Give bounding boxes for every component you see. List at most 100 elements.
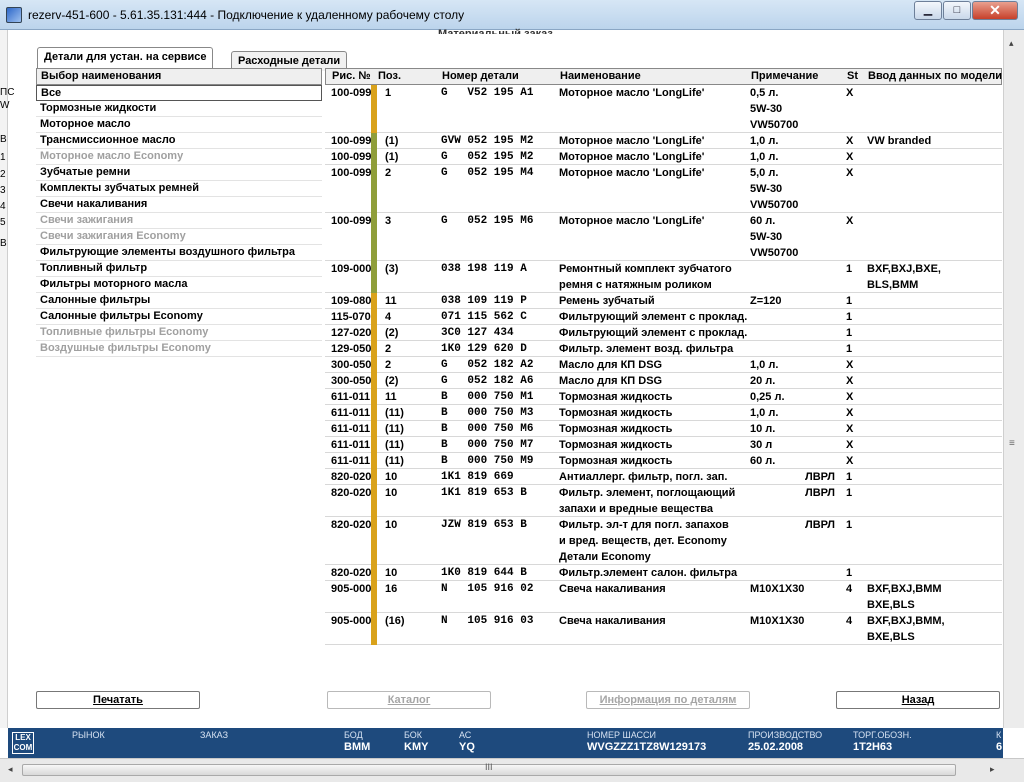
status-label-market: РЫНОК (72, 730, 105, 740)
column-header-part-number[interactable]: Номер детали (442, 70, 519, 82)
category-item[interactable]: Свечи накаливания (36, 197, 322, 213)
status-color-bar (371, 325, 377, 341)
table-row[interactable]: 820-020 10 1K0 819 644 B Фильтр.элемент сал… (325, 565, 1002, 581)
cell-name: Детали Economy (559, 551, 651, 563)
table-row[interactable]: 820-020 10 1K1 819 669 Антиаллерг. фильтр, … (325, 469, 1002, 485)
cell-fig: 820-020 (331, 567, 372, 579)
category-item[interactable]: Свечи зажигания (36, 213, 322, 229)
back-button[interactable]: Назад (836, 691, 1000, 709)
table-row[interactable]: 611-011 11 B 000 750 M1 Тормозная жидкость 0… (325, 389, 1002, 405)
scroll-up-icon[interactable]: ▴ (1009, 38, 1014, 49)
scroll-left-icon[interactable]: ◂ (8, 764, 13, 775)
category-item[interactable]: Моторное масло Economy (36, 149, 322, 165)
category-item[interactable]: Фильтрующие элементы воздушного фильтра (36, 245, 322, 261)
scroll-grip-icon[interactable]: ≡ (1009, 438, 1015, 449)
cell-fig: 100-099 (331, 87, 372, 99)
category-item[interactable]: Фильтры моторного масла (36, 277, 322, 293)
part-info-button[interactable]: Информация по деталям (586, 691, 750, 709)
status-color-bar (371, 485, 377, 517)
table-row[interactable]: 611-011 (11) B 000 750 M3 Тормозная жидкост… (325, 405, 1002, 421)
status-color-bar (371, 293, 377, 309)
column-header-pos[interactable]: Поз. (378, 70, 401, 82)
maximize-button[interactable]: □ (943, 1, 971, 20)
table-row[interactable]: 300-050 (2) G 052 182 A6 Масло для КП DSG 20… (325, 373, 1002, 389)
table-row[interactable]: 100-099 1 G V52 195 A1 Моторное масло 'Long… (325, 85, 1002, 133)
cell-fig: 611-011 (331, 439, 371, 451)
cell-fig: 905-000 (331, 615, 372, 627)
category-item[interactable]: Все (36, 85, 322, 101)
cell-pos: (11) (385, 455, 404, 467)
category-item[interactable]: Топливный фильтр (36, 261, 322, 277)
table-row[interactable]: 611-011 (11) B 000 750 M9 Тормозная жидкост… (325, 453, 1002, 469)
cell-part-number: 071 115 562 C (441, 311, 527, 323)
category-item[interactable]: Моторное масло (36, 117, 322, 133)
category-item[interactable]: Трансмиссионное масло (36, 133, 322, 149)
tab-service-parts[interactable]: Детали для устан. на сервисе (37, 47, 214, 69)
table-row[interactable]: 100-099 3 G 052 195 M6 Моторное масло 'Long… (325, 213, 1002, 261)
horizontal-scrollbar[interactable]: ◂ III ▸ (0, 758, 1024, 782)
table-row[interactable]: 100-099 (1) GVW 052 195 M2 Моторное масло '… (325, 133, 1002, 149)
cell-name: Масло для КП DSG (559, 375, 663, 387)
table-row[interactable]: 127-020 (2) 3C0 127 434 Фильтрующий элемент… (325, 325, 1002, 341)
table-row[interactable]: 129-050 2 1K0 129 620 D Фильтр. элемент воз… (325, 341, 1002, 357)
cell-model: BXE,BLS (867, 599, 915, 611)
cell-note: 5W-30 (750, 231, 783, 243)
column-header-st[interactable]: St (847, 70, 858, 82)
cell-fig: 115-070 (331, 311, 371, 323)
status-color-bar (371, 469, 377, 485)
cell-note-code: ЛВРЛ (805, 519, 836, 531)
vertical-scrollbar[interactable]: ▴ ≡ (1003, 30, 1024, 728)
parts-table: Рис. № Поз. Номер детали Наименование Пр… (325, 68, 1002, 648)
category-item[interactable]: Салонные фильтры Economy (36, 309, 322, 325)
cell-st: X (846, 455, 854, 467)
column-header-note[interactable]: Примечание (751, 70, 818, 82)
category-item[interactable]: Свечи зажигания Economy (36, 229, 322, 245)
print-button[interactable]: Печатать (36, 691, 200, 709)
background-fragment: 1 (0, 152, 6, 163)
category-item[interactable]: Салонные фильтры (36, 293, 322, 309)
minimize-button[interactable]: ▁ (914, 1, 942, 20)
table-row[interactable]: 820-020 10 JZW 819 653 B Фильтр. эл-т для п… (325, 517, 1002, 565)
category-item[interactable]: Зубчатые ремни (36, 165, 322, 181)
cell-pos: 10 (385, 519, 398, 531)
cell-st: X (846, 423, 854, 435)
cell-fig: 127-020 (331, 327, 372, 339)
table-header: Рис. № Поз. Номер детали Наименование Пр… (325, 68, 1002, 85)
cell-note: VW50700 (750, 247, 799, 259)
table-row[interactable]: 109-000 (3) 038 198 119 A Ремонтный комплек… (325, 261, 1002, 293)
scroll-right-icon[interactable]: ▸ (990, 764, 995, 775)
category-item[interactable]: Топливные фильтры Economy (36, 325, 322, 341)
column-header-model[interactable]: Ввод данных по модели (868, 70, 1002, 82)
cell-pos: 2 (385, 167, 392, 179)
table-row[interactable]: 100-099 2 G 052 195 M4 Моторное масло 'Long… (325, 165, 1002, 213)
table-row[interactable]: 109-080 11 038 109 119 P Ремень зубчатый Z=1… (325, 293, 1002, 309)
category-item[interactable]: Воздушные фильтры Economy (36, 341, 322, 357)
column-header-fig[interactable]: Рис. № (332, 70, 371, 82)
table-row[interactable]: 820-020 10 1K1 819 653 B Фильтр. элемент, п… (325, 485, 1002, 517)
table-row[interactable]: 905-000 (16) N 105 916 03 Свеча накаливания… (325, 613, 1002, 645)
cell-pos: 2 (385, 359, 392, 371)
table-row[interactable]: 100-099 (1) G 052 195 M2 Моторное масло 'Lo… (325, 149, 1002, 165)
column-header-name[interactable]: Наименование (560, 70, 641, 82)
cell-pos: 10 (385, 567, 398, 579)
cell-note: VW50700 (750, 119, 799, 131)
cell-name: Антиаллерг. фильтр, погл. зап. (559, 471, 728, 483)
status-label-trade: ТОРГ.ОБОЗН. (853, 730, 912, 740)
cell-part-number: GVW 052 195 M2 (441, 135, 534, 147)
cell-st: X (846, 439, 854, 451)
cell-name: Моторное масло 'LongLife' (559, 167, 705, 179)
status-color-bar (371, 421, 377, 437)
close-button[interactable]: ✕ (972, 1, 1018, 20)
cell-fig: 820-020 (331, 471, 372, 483)
cell-part-number: 038 109 119 P (441, 295, 527, 307)
cell-fig: 300-050 (331, 359, 372, 371)
status-label-bok: БОК (404, 730, 423, 740)
category-item[interactable]: Тормозные жидкости (36, 101, 322, 117)
table-row[interactable]: 611-011 (11) B 000 750 M6 Тормозная жидкост… (325, 421, 1002, 437)
category-item[interactable]: Комплекты зубчатых ремней (36, 181, 322, 197)
table-row[interactable]: 300-050 2 G 052 182 A2 Масло для КП DSG 1,0 … (325, 357, 1002, 373)
table-row[interactable]: 611-011 (11) B 000 750 M7 Тормозная жидкост… (325, 437, 1002, 453)
catalog-button[interactable]: Каталог (327, 691, 491, 709)
table-row[interactable]: 115-070 4 071 115 562 C Фильтрующий элемент… (325, 309, 1002, 325)
table-row[interactable]: 905-000 16 N 105 916 02 Свеча накаливания M1… (325, 581, 1002, 613)
